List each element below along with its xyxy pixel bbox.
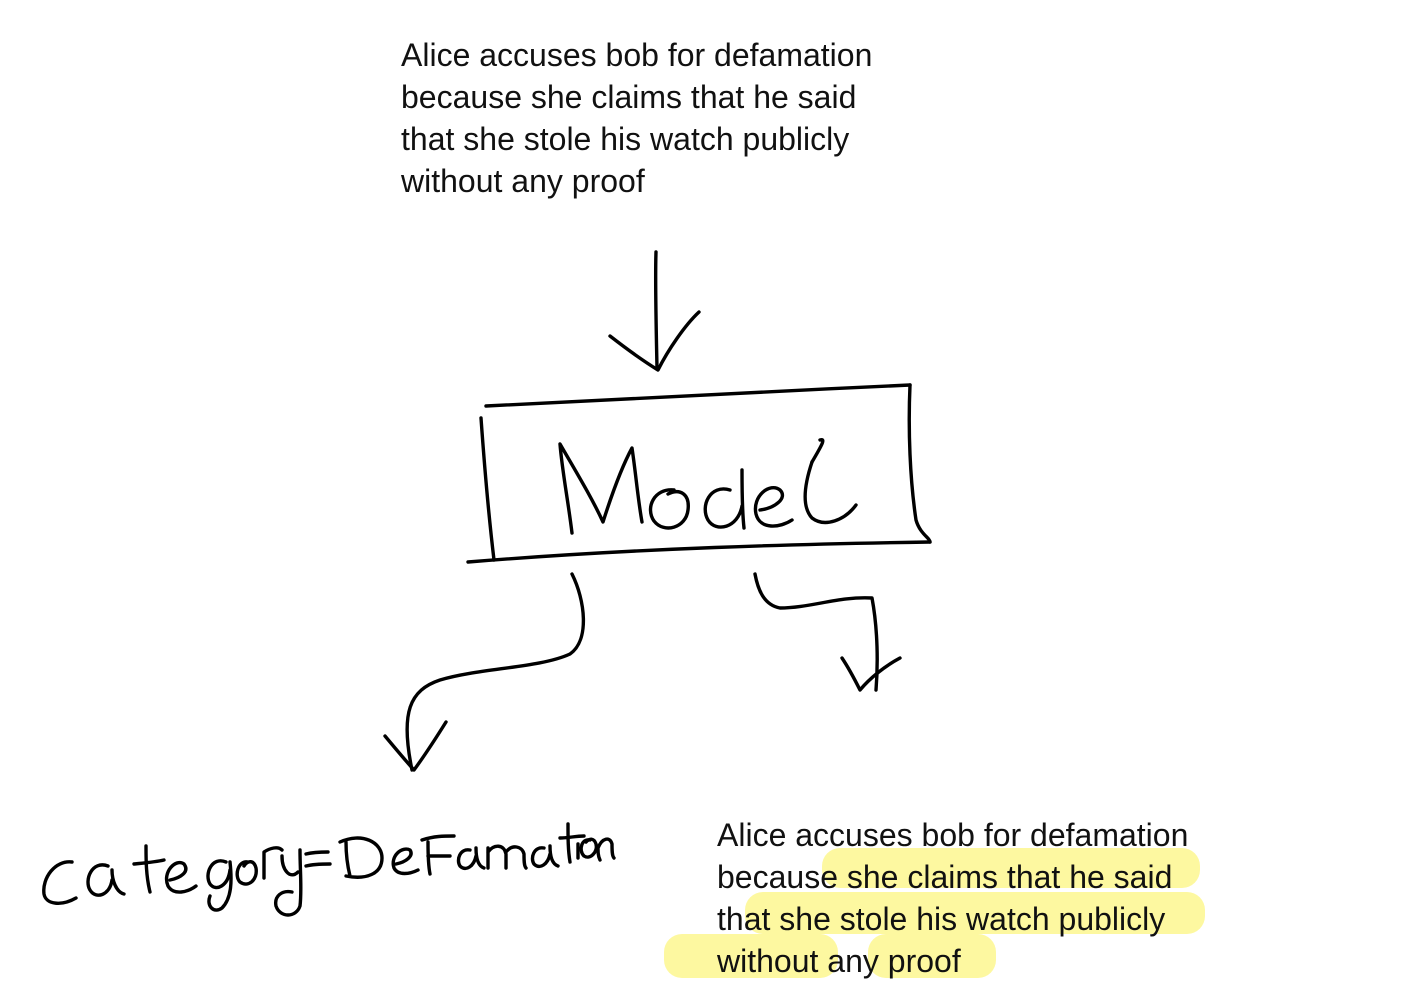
- handwritten-drawing: [42, 250, 932, 917]
- input-arrow: [608, 250, 701, 372]
- explanation-text-line: because she claims that he said: [717, 859, 1173, 895]
- explanation-output-text: Alice accuses bob for defamation because…: [717, 814, 1188, 982]
- explanation-text-line: that she stole his watch publicly: [717, 901, 1166, 937]
- explanation-text-line: Alice accuses bob for defamation: [717, 817, 1189, 853]
- diagram-canvas: Alice accuses bob for defamation because…: [0, 0, 1402, 990]
- model-label-handwriting: [558, 437, 858, 535]
- explanation-text-line: without any proof: [717, 943, 961, 979]
- model-box: [466, 383, 932, 564]
- category-label-handwriting: [42, 822, 616, 917]
- explanation-arrow: [753, 572, 902, 692]
- category-arrow: [383, 572, 586, 772]
